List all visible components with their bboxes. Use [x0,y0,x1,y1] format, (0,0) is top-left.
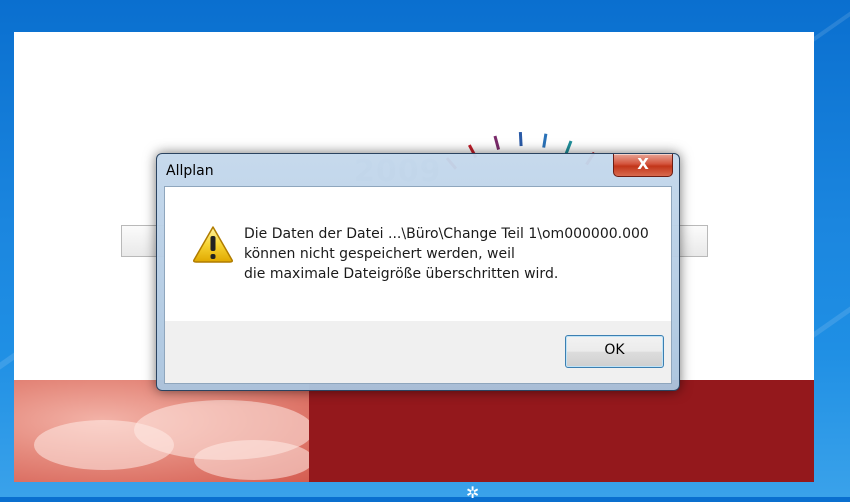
splash-cloud-band [14,380,314,482]
message-line: die maximale Dateigröße überschritten wi… [244,266,559,282]
close-button[interactable]: X [613,154,673,177]
dialog-title: Allplan [166,163,214,179]
close-icon: X [637,155,649,173]
message-line: Die Daten der Datei ...\Büro\Change Teil… [244,226,649,242]
dialog-message: Die Daten der Datei ...\Büro\Change Teil… [244,224,649,284]
flower-icon: ✲ [466,483,480,502]
allplan-dialog: Allplan X Die Daten der Datei ...\Büro\C… [156,153,680,391]
message-line: können nicht gespeichert werden, weil [244,246,515,262]
splash-red-band [309,380,814,482]
dialog-content: Die Daten der Datei ...\Büro\Change Teil… [164,186,672,384]
warning-icon [193,226,233,263]
dialog-button-area: OK [165,321,671,383]
ok-button[interactable]: OK [565,335,664,368]
